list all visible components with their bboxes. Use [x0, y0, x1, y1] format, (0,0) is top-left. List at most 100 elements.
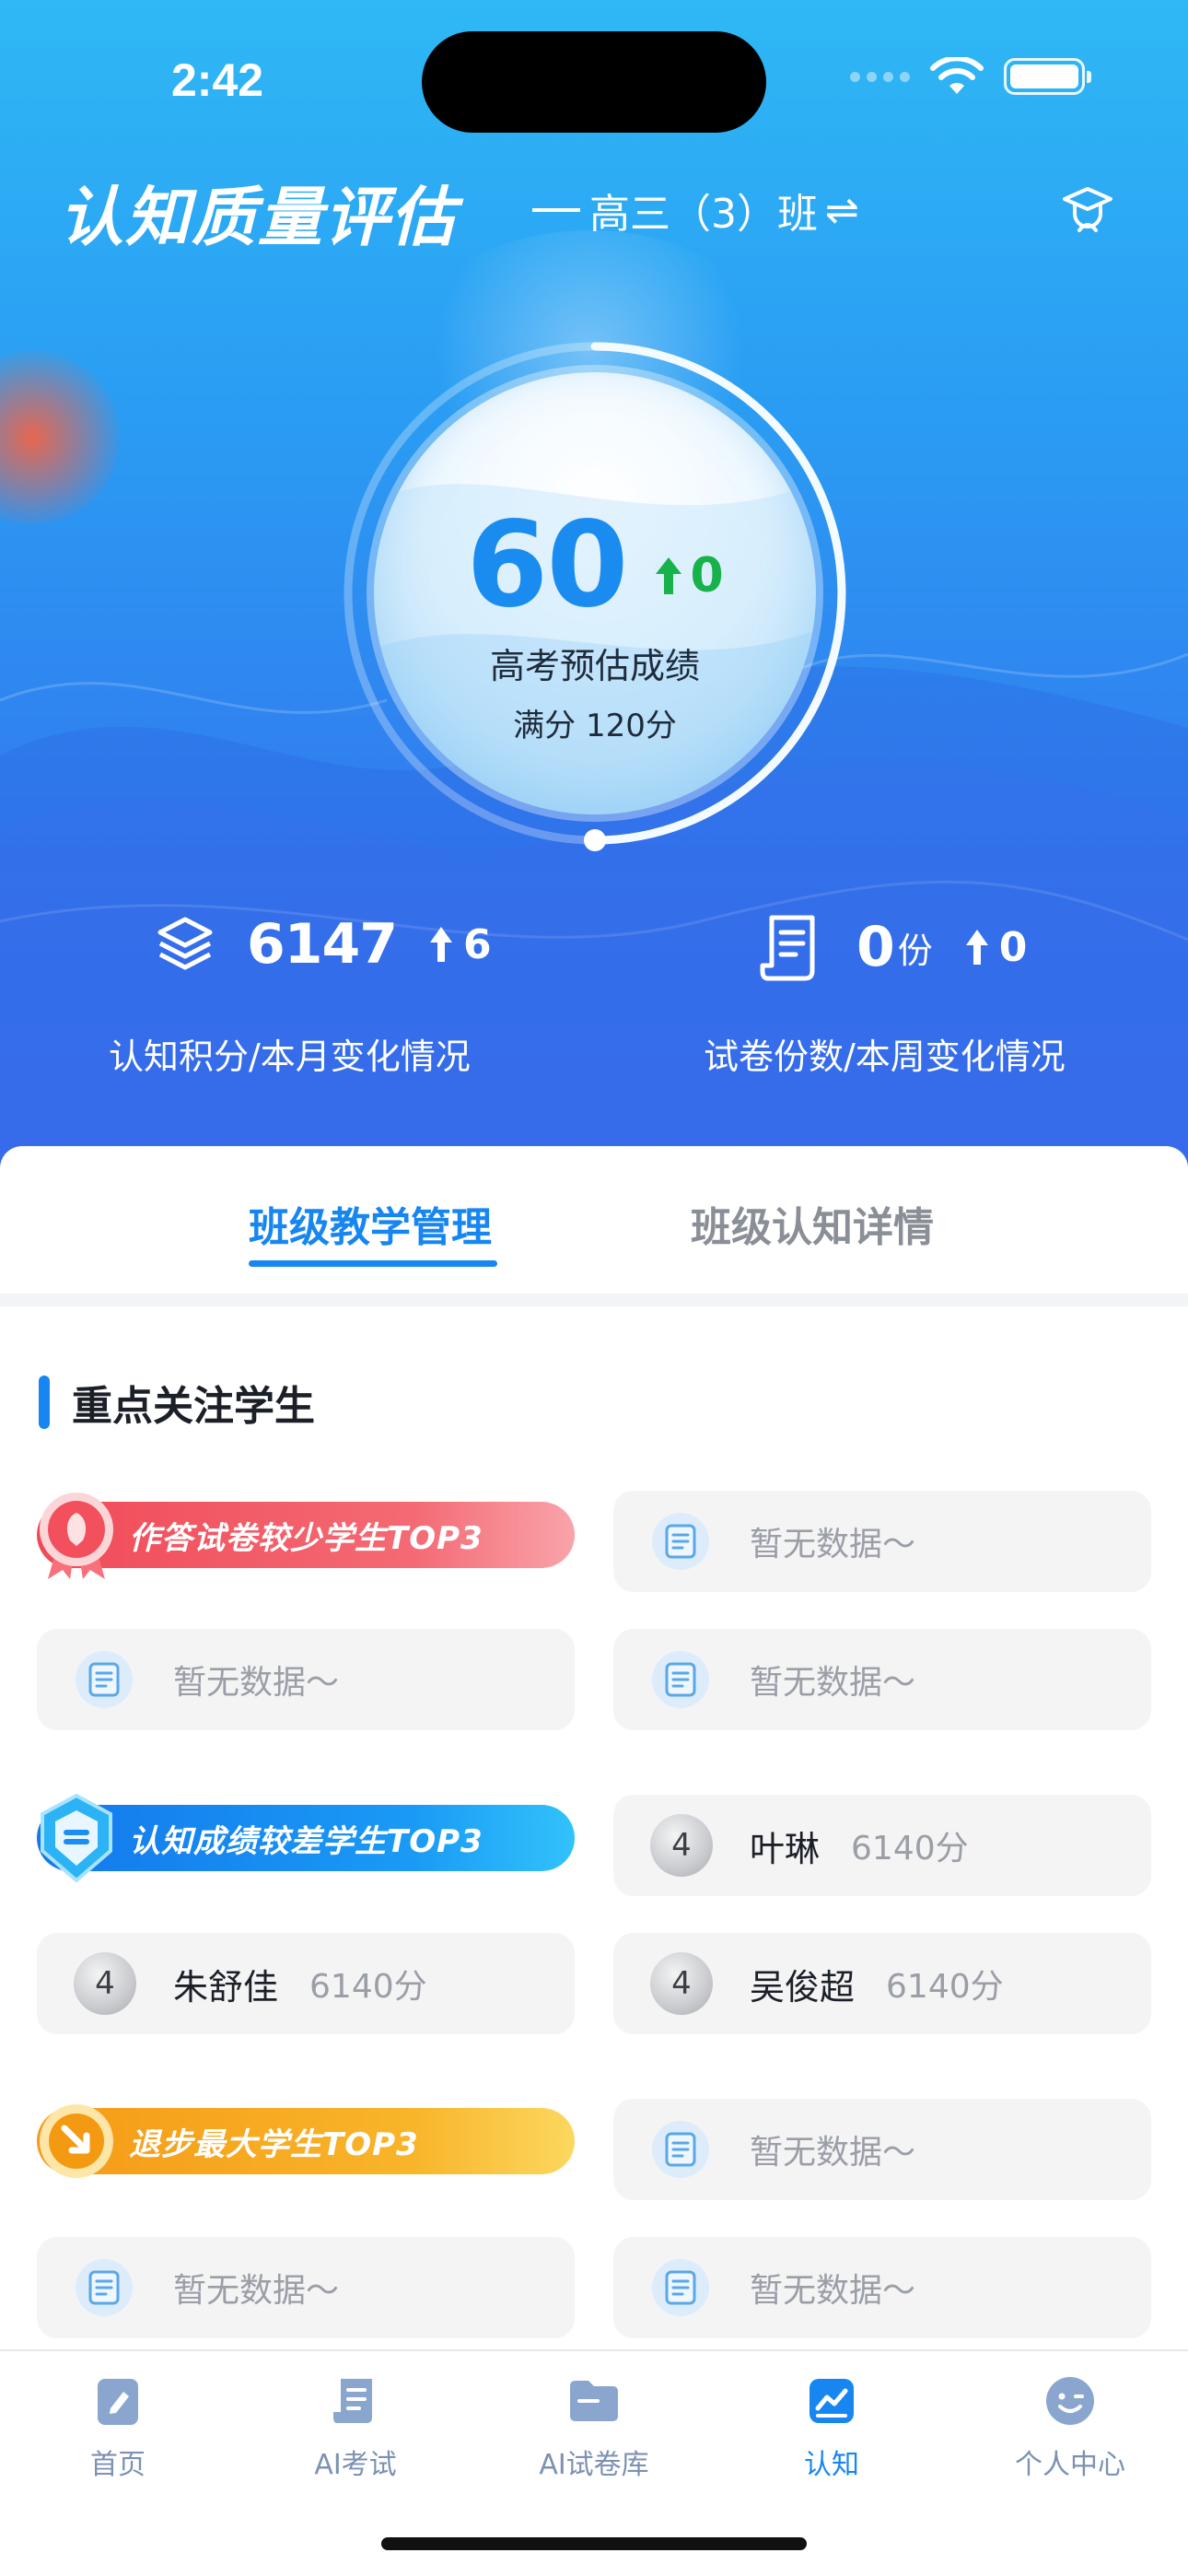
points-value: 6147 — [247, 912, 398, 977]
student-name: 叶琳 — [750, 1828, 821, 1869]
section-title: 重点关注学生 — [72, 1383, 315, 1430]
status-time: 2:42 — [171, 54, 264, 106]
hero-header: 2:42 认知质量评估 高三（3）班 ⇌ 60 0 高考预估成绩 满分 120分… — [0, 0, 1188, 1188]
student-points: 6140分 — [309, 1968, 427, 2006]
tabbar-label: 首页 — [90, 2449, 146, 2481]
rank-badge: 4 — [74, 1952, 136, 2015]
doc-list-icon — [652, 1651, 709, 1708]
section-accent-bar — [39, 1376, 50, 1429]
pen-doc-icon — [98, 2379, 138, 2425]
banner-text: 退步最大学生TOP3 — [129, 2125, 419, 2163]
scroll-doc-icon — [760, 915, 815, 981]
banner-worst-scores: 认知成绩较差学生TOP3 — [37, 1793, 575, 1883]
student-points: 6140分 — [851, 1830, 969, 1868]
title-dash — [532, 208, 580, 212]
gauge-knob — [584, 829, 606, 851]
tab-class-cognition[interactable]: 班级认知详情 — [691, 1194, 934, 1253]
points-label: 认知积分/本月变化情况 — [109, 1036, 471, 1077]
arrow-up-icon — [430, 927, 452, 962]
doc-list-icon — [652, 2121, 709, 2178]
tab-underline — [249, 1260, 497, 1267]
home-indicator — [381, 2537, 807, 2550]
student-name: 朱舒佳 — [173, 1966, 279, 2008]
tabbar-home[interactable]: 首页 — [26, 2373, 210, 2482]
papers-label: 试卷份数/本周变化情况 — [704, 1036, 1066, 1077]
empty-tile: 暂无数据～ — [37, 2237, 575, 2338]
student-name: 吴俊超 — [750, 1966, 856, 2008]
student-points: 6140分 — [886, 1968, 1004, 2006]
tabbar-label: 个人中心 — [1015, 2449, 1125, 2481]
empty-tile: 暂无数据～ — [613, 2099, 1151, 2200]
points-change: 6 — [428, 921, 492, 968]
empty-text: 暂无数据～ — [750, 1664, 916, 1702]
papers-unit: 份 — [897, 930, 933, 971]
tabbar-paper-library[interactable]: AI试卷库 — [502, 2373, 686, 2482]
rank-badge: 4 — [650, 1814, 713, 1877]
papers-change-value: 0 — [998, 923, 1028, 971]
swap-icon: ⇌ — [825, 186, 859, 234]
banner-text: 认知成绩较差学生TOP3 — [129, 1822, 483, 1860]
layers-icon — [157, 917, 213, 970]
down-arrow-badge-icon — [40, 2104, 113, 2178]
doc-list-icon — [652, 1513, 709, 1570]
empty-tile: 暂无数据～ — [613, 1629, 1151, 1730]
scroll-icon — [333, 2379, 372, 2423]
chart-icon — [809, 2379, 854, 2423]
student-tile[interactable]: 4 朱舒佳 6140分 — [37, 1933, 575, 2034]
arrow-up-icon — [965, 930, 988, 965]
wifi-icon — [930, 57, 984, 94]
folder-icon — [570, 2381, 618, 2421]
doc-list-icon — [76, 2259, 133, 2316]
papers-value: 0 — [856, 915, 895, 979]
tabbar-profile[interactable]: 个人中心 — [978, 2373, 1162, 2482]
ribbon-badge-icon — [40, 1493, 113, 1579]
tabbar-label: 认知 — [804, 2449, 859, 2481]
score-change: 0 — [654, 548, 724, 603]
empty-text: 暂无数据～ — [173, 1664, 340, 1702]
points-change-value: 6 — [463, 920, 492, 968]
predicted-score: 60 — [466, 497, 628, 634]
empty-tile: 暂无数据～ — [613, 1491, 1151, 1592]
papers-stat: 0 份 0 — [759, 912, 1027, 982]
student-tile[interactable]: 4 叶琳 6140分 — [613, 1795, 1151, 1896]
empty-text: 暂无数据～ — [750, 2272, 916, 2310]
arrow-up-icon — [655, 557, 681, 594]
face-icon — [1046, 2377, 1094, 2425]
tab-class-teaching[interactable]: 班级教学管理 — [249, 1194, 492, 1253]
rank-badge: 4 — [650, 1952, 713, 2015]
graduate-cap-icon[interactable] — [1061, 182, 1114, 236]
score-row: 60 0 — [337, 497, 853, 634]
class-switcher[interactable]: 高三（3）班 ⇌ — [532, 181, 859, 240]
empty-tile: 暂无数据～ — [613, 2237, 1151, 2338]
doc-list-icon — [652, 2259, 709, 2316]
tabbar-ai-exam[interactable]: AI考试 — [263, 2373, 448, 2482]
page-title: 认知质量评估 — [59, 180, 457, 255]
papers-change: 0 — [964, 923, 1028, 971]
signal-icon — [850, 71, 910, 82]
banner-fewest-papers: 作答试卷较少学生TOP3 — [37, 1493, 575, 1579]
tabbar-label: AI考试 — [314, 2449, 397, 2481]
score-change-value: 0 — [690, 548, 724, 603]
banner-biggest-drop: 退步最大学生TOP3 — [37, 2104, 575, 2178]
empty-text: 暂无数据～ — [173, 2272, 340, 2310]
student-tile[interactable]: 4 吴俊超 6140分 — [613, 1933, 1151, 2034]
banner-text: 作答试卷较少学生TOP3 — [129, 1519, 483, 1557]
tab-card: 班级教学管理 班级认知详情 — [0, 1146, 1188, 1294]
tabbar-cognition[interactable]: 认知 — [740, 2373, 924, 2482]
score-gauge: 60 0 高考预估成绩 满分 120分 — [337, 335, 853, 851]
status-icons — [850, 57, 1091, 96]
doc-list-icon — [76, 1651, 133, 1708]
empty-text: 暂无数据～ — [750, 1526, 916, 1563]
points-stat: 6147 6 — [155, 912, 492, 977]
empty-text: 暂无数据～ — [750, 2134, 916, 2172]
shield-badge-icon — [41, 1793, 112, 1883]
empty-tile: 暂无数据～ — [37, 1629, 575, 1730]
glow-blob — [0, 350, 120, 525]
section-header: 重点关注学生 — [39, 1373, 315, 1432]
battery-icon — [1004, 58, 1091, 95]
class-name: 高三（3）班 — [589, 191, 818, 238]
tabbar-label: AI试卷库 — [539, 2449, 649, 2481]
focus-students-panel: 重点关注学生 作答试卷较少学生TOP3 暂无数据～ 暂无数据～ 暂无数据～ 认知… — [0, 1306, 1188, 2349]
full-score: 满分 120分 — [513, 708, 677, 744]
gauge-label: 高考预估成绩 — [489, 646, 700, 686]
